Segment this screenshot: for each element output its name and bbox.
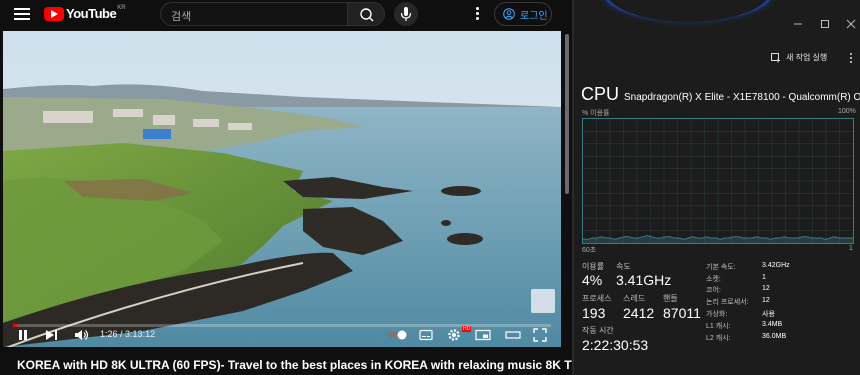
cpu-model: Snapdragon(R) X Elite - X1E78100 - Qualc… [624,92,860,103]
account-icon [503,8,515,20]
minimize-icon[interactable] [792,18,804,30]
task-manager-titlebar [574,0,860,46]
microphone-icon [400,7,412,21]
more-options-icon[interactable] [850,53,852,65]
maximize-icon[interactable] [819,18,831,30]
new-task-label: 새 작업 실행 [786,53,828,62]
graph-time-window: 60초 [582,247,597,254]
speed-label: 속도 [616,262,631,271]
detail-key: L1 캐시: [706,323,731,330]
settings-gear-icon[interactable] [447,328,461,342]
voice-search-button[interactable] [394,2,418,26]
search-button[interactable] [347,2,385,26]
handles-value: 87011 [663,305,701,321]
utilization-axis-label: % 이용률 [582,110,610,117]
page-scrollbar-thumb[interactable] [565,34,569,194]
next-icon[interactable] [45,329,59,341]
current-time: 1:26 [100,329,118,339]
video-frame-coastline [3,31,561,347]
processes-label: 프로세스 [582,294,612,303]
uptime-label: 작동 시간 [582,326,614,335]
new-task-button[interactable]: 새 작업 실행 [771,52,827,63]
new-task-icon [771,52,780,62]
time-display: 1:26 / 3:13:12 [100,329,156,339]
hd-badge: HD [462,326,472,332]
detail-key: 소켓: [706,276,721,283]
threads-label: 스레드 [623,294,646,303]
youtube-logo[interactable]: YouTube KR [44,4,126,21]
processes-value: 193 [582,305,606,321]
cpu-usage-graph [582,118,854,244]
detail-value: 12 [762,297,770,304]
graph-zero: 1 [849,245,853,252]
detail-key: 가상화: [706,311,728,318]
youtube-play-icon [44,6,64,21]
progress-bar-fill [13,324,17,327]
detail-value: 12 [762,285,770,292]
video-player[interactable] [3,31,561,347]
subtitles-icon[interactable] [419,329,433,341]
task-manager-window: 새 작업 실행 CPU Snapdragon(R) X Elite - X1E7… [572,0,860,375]
wallpaper-bloom [602,0,774,22]
close-icon[interactable] [845,18,857,30]
detail-value: 1 [762,274,766,281]
search-placeholder: 검색 [171,11,192,23]
utilization-max: 100% [838,108,856,115]
detail-key: 코어: [706,287,721,294]
speed-value: 3.41GHz [616,272,672,288]
player-controls: 1:26 / 3:13:12 HD [3,318,561,348]
cpu-heading: CPU [581,84,620,104]
login-button[interactable]: 로그인 [494,2,552,26]
youtube-window: YouTube KR 검색 로그인 1:26 / 3:13:12 HD KORE… [0,0,572,375]
detail-key: 논리 프로세서: [706,299,749,306]
search-icon [360,8,374,22]
detail-value: 36.0MB [762,333,787,340]
detail-key: 기본 속도: [706,264,736,271]
utilization-value: 4% [582,272,603,288]
duration: 3:13:12 [125,329,156,339]
detail-key: L2 캐시: [706,335,731,342]
login-label: 로그인 [520,10,548,22]
detail-value: 3.42GHz [762,262,790,269]
theater-mode-icon[interactable] [505,329,521,341]
cpu-usage-plot [583,119,853,243]
miniplayer-icon[interactable] [475,329,491,341]
threads-value: 2412 [623,305,655,321]
settings-more-icon[interactable] [476,7,480,22]
video-title[interactable]: KOREA with HD 8K ULTRA (60 FPS)- Travel … [17,358,572,372]
handles-label: 핸들 [663,294,678,303]
uptime-value: 2:22:30:53 [582,337,649,353]
region-code: KR [117,4,126,11]
menu-icon[interactable] [14,8,30,20]
detail-value: 3.4MB [762,321,783,328]
search-input[interactable]: 검색 [160,2,348,26]
youtube-header: YouTube KR 검색 로그인 [0,0,572,28]
utilization-label: 이용률 [582,262,605,271]
autoplay-toggle-icon[interactable] [386,330,408,340]
pause-icon[interactable] [17,329,29,341]
detail-value: 사용 [762,311,775,318]
fullscreen-icon[interactable] [533,328,547,342]
volume-icon[interactable] [74,329,90,341]
youtube-logo-text: YouTube [66,6,117,21]
